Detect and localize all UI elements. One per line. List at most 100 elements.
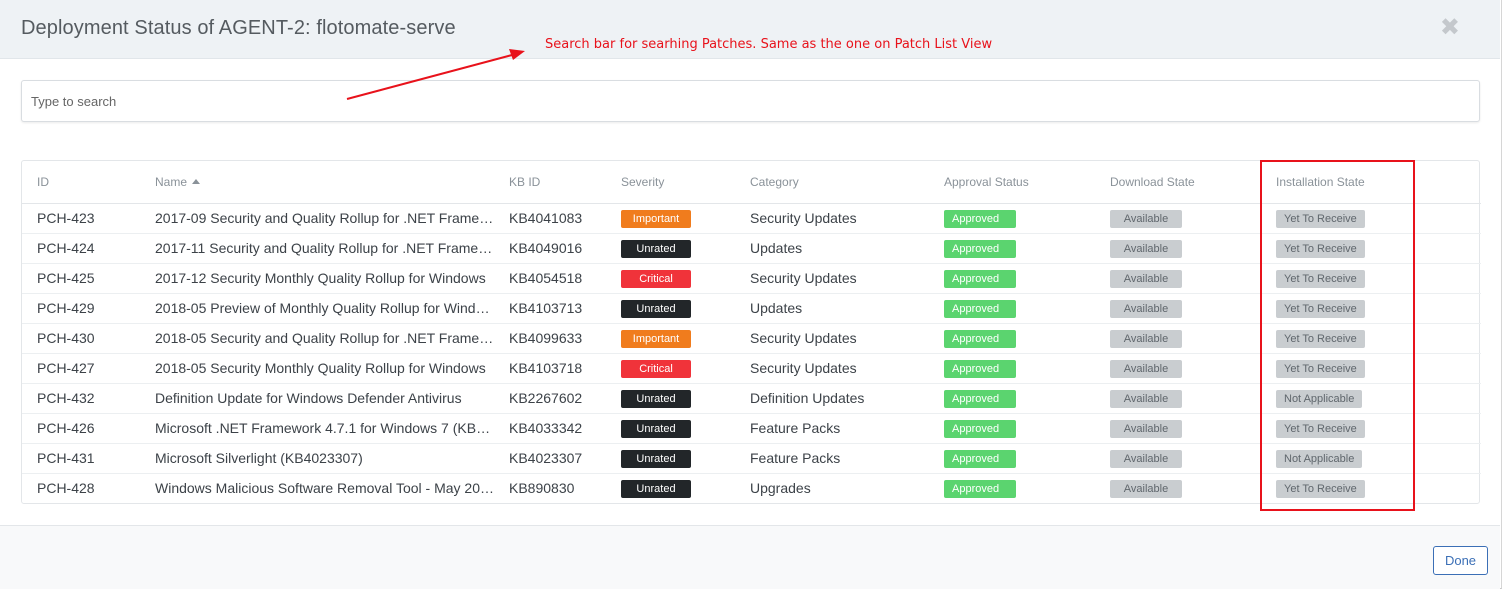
cell-id: PCH-426	[22, 413, 140, 444]
column-header-category[interactable]: Category	[735, 161, 929, 204]
cell-id: PCH-427	[22, 353, 140, 384]
cell-installation-state: Not Applicable	[1261, 383, 1481, 414]
cell-download-state: Available	[1095, 413, 1261, 444]
installation-state-badge: Yet To Receive	[1276, 419, 1365, 438]
cell-approval-status: Approved	[929, 443, 1095, 474]
severity-badge: Critical	[621, 269, 691, 288]
cell-approval-status: Approved	[929, 383, 1095, 414]
cell-approval-status: Approved	[929, 353, 1095, 384]
download-state-badge: Available	[1110, 209, 1182, 228]
cell-approval-status: Approved	[929, 263, 1095, 294]
cell-severity: Unrated	[606, 293, 735, 324]
installation-state-badge: Yet To Receive	[1276, 479, 1365, 498]
done-button[interactable]: Done	[1433, 546, 1488, 575]
cell-name: 2018-05 Security Monthly Quality Rollup …	[140, 353, 494, 384]
modal-footer: Done	[0, 525, 1500, 589]
cell-download-state: Available	[1095, 263, 1261, 294]
cell-kb-id: KB890830	[509, 480, 575, 497]
column-header-id[interactable]: ID	[22, 161, 140, 204]
table-row[interactable]: PCH-426 Microsoft .NET Framework 4.7.1 fo…	[22, 413, 1481, 444]
table-header-row: ID Name KB ID Severity Category Approval…	[22, 161, 1481, 204]
column-header-kb-id[interactable]: KB ID	[494, 161, 606, 204]
approval-status-badge: Approved	[944, 359, 1016, 378]
annotation-note: Search bar for searhing Patches. Same as…	[545, 37, 993, 52]
cell-approval-status: Approved	[929, 413, 1095, 444]
cell-severity: Unrated	[606, 473, 735, 503]
table-row[interactable]: PCH-425 2017-12 Security Monthly Quality …	[22, 263, 1481, 294]
cell-category: Definition Updates	[735, 383, 929, 414]
table-row[interactable]: PCH-429 2018-05 Preview of Monthly Qualit…	[22, 293, 1481, 324]
table-row[interactable]: PCH-424 2017-11 Security and Quality Roll…	[22, 233, 1481, 264]
column-header-name[interactable]: Name	[140, 161, 494, 204]
cell-id: PCH-430	[22, 323, 140, 354]
cell-id: PCH-428	[37, 480, 95, 497]
table-row[interactable]: PCH-431 Microsoft Silverlight (KB4023307)…	[22, 443, 1481, 474]
cell-download-state: Available	[1095, 233, 1261, 264]
approval-status-badge: Approved	[944, 389, 1016, 408]
close-icon[interactable]: ✖	[1440, 14, 1460, 42]
cell-installation-state: Yet To Receive	[1261, 263, 1481, 294]
severity-badge: Critical	[621, 359, 691, 378]
cell-category: Feature Packs	[735, 413, 929, 444]
cell-severity: Important	[606, 203, 735, 234]
cell-kb-id: KB4033342	[494, 413, 606, 444]
cell-id: PCH-429	[22, 293, 140, 324]
download-state-badge: Available	[1110, 239, 1182, 258]
cell-kb-id: KB4103713	[494, 293, 606, 324]
cell-name: Microsoft .NET Framework 4.7.1 for Windo…	[140, 413, 494, 444]
download-state-badge: Available	[1110, 449, 1182, 468]
table-row[interactable]: PCH-423 2017-09 Security and Quality Roll…	[22, 203, 1481, 234]
approval-status-badge: Approved	[944, 209, 1016, 228]
severity-badge: Unrated	[621, 299, 691, 318]
installation-state-badge: Yet To Receive	[1276, 209, 1365, 228]
cell-download-state: Available	[1095, 323, 1261, 354]
cell-severity: Important	[606, 323, 735, 354]
cell-download-state: Available	[1095, 203, 1261, 234]
cell-severity: Critical	[606, 353, 735, 384]
cell-category: Security Updates	[735, 263, 929, 294]
cell-id: PCH-431	[22, 443, 140, 474]
cell-download-state: Available	[1095, 383, 1261, 414]
cell-name: 2017-11 Security and Quality Rollup for …	[140, 233, 494, 264]
approval-status-badge: Approved	[944, 479, 1016, 498]
cell-kb-id: KB4023307	[494, 443, 606, 474]
column-header-installation-state[interactable]: Installation State	[1261, 161, 1481, 204]
installation-state-badge: Yet To Receive	[1276, 299, 1365, 318]
approval-status-badge: Approved	[944, 269, 1016, 288]
installation-state-badge: Not Applicable	[1276, 449, 1363, 468]
approval-status-badge: Approved	[944, 299, 1016, 318]
table-row[interactable]: PCH-427 2018-05 Security Monthly Quality …	[22, 353, 1481, 384]
cell-name: Windows Malicious Software Removal Tool …	[155, 480, 494, 497]
download-state-badge: Available	[1110, 419, 1182, 438]
column-header-approval-status[interactable]: Approval Status	[929, 161, 1095, 204]
cell-installation-state: Yet To Receive	[1261, 293, 1481, 324]
table-row[interactable]: PCH-430 2018-05 Security and Quality Roll…	[22, 323, 1481, 354]
cell-category: Feature Packs	[735, 443, 929, 474]
table-row[interactable]: PCH-428 Windows Malicious Software Remova…	[22, 473, 1481, 503]
cell-severity: Unrated	[606, 443, 735, 474]
severity-badge: Important	[621, 329, 691, 348]
cell-name: 2018-05 Preview of Monthly Quality Rollu…	[140, 293, 494, 324]
cell-kb-id: KB4103718	[494, 353, 606, 384]
approval-status-badge: Approved	[944, 419, 1016, 438]
severity-badge: Important	[621, 209, 691, 228]
download-state-badge: Available	[1110, 269, 1182, 288]
cell-severity: Critical	[606, 263, 735, 294]
cell-severity: Unrated	[606, 233, 735, 264]
cell-download-state: Available	[1095, 473, 1261, 503]
download-state-badge: Available	[1110, 389, 1182, 408]
table-row[interactable]: PCH-432 Definition Update for Windows Def…	[22, 383, 1481, 414]
column-header-download-state[interactable]: Download State	[1095, 161, 1261, 204]
cell-id: PCH-424	[22, 233, 140, 264]
search-input[interactable]	[21, 80, 1480, 122]
cell-installation-state: Yet To Receive	[1261, 323, 1481, 354]
column-header-severity[interactable]: Severity	[606, 161, 735, 204]
cell-category: Security Updates	[735, 353, 929, 384]
cell-kb-id: KB4049016	[494, 233, 606, 264]
cell-kb-id: KB2267602	[494, 383, 606, 414]
cell-id: PCH-432	[22, 383, 140, 414]
severity-badge: Unrated	[621, 479, 691, 498]
cell-id: PCH-423	[22, 203, 140, 234]
cell-name: Definition Update for Windows Defender A…	[140, 383, 494, 414]
approval-status-badge: Approved	[944, 329, 1016, 348]
